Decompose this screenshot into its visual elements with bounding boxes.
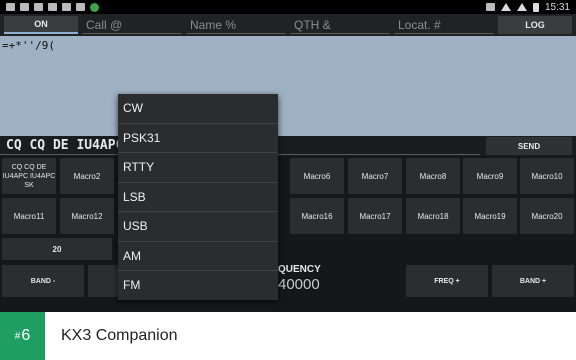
rank-badge: #6 — [0, 312, 45, 360]
macro-6-button[interactable]: Macro6 — [290, 158, 344, 194]
app-notification-icon — [90, 2, 99, 12]
notification-icons — [6, 2, 99, 12]
macro-1-button[interactable]: CQ CQ DE IU4APC IU4APC SK — [2, 158, 56, 194]
app-title: KX3 Companion — [61, 327, 178, 344]
image-icon — [34, 3, 43, 11]
macro-12-button[interactable]: Macro12 — [60, 198, 114, 234]
macro-17-button[interactable]: Macro17 — [348, 198, 402, 234]
top-toolbar: ON Call @ Name % QTH & Locat. # LOG — [0, 14, 576, 36]
mode-option-fm[interactable]: FM — [118, 271, 278, 300]
partially-hidden-button[interactable] — [88, 265, 118, 297]
call-field[interactable]: Call @ — [82, 16, 182, 34]
macro-16-button[interactable]: Macro16 — [290, 198, 344, 234]
mute-icon — [485, 3, 495, 11]
macro-19-button[interactable]: Macro19 — [463, 198, 517, 234]
log-button[interactable]: LOG — [498, 16, 572, 34]
frequency-value: 40000 — [278, 276, 320, 293]
on-toggle-button[interactable]: ON — [4, 16, 78, 34]
band-down-button[interactable]: BAND - — [2, 265, 84, 297]
system-icons: 15:31 — [485, 1, 570, 13]
macro-18-button[interactable]: Macro18 — [406, 198, 460, 234]
macro-10-button[interactable]: Macro10 — [520, 158, 574, 194]
app-screen: 15:31 ON Call @ Name % QTH & Locat. # LO… — [0, 0, 576, 360]
mode-option-lsb[interactable]: LSB — [118, 183, 278, 212]
speed-button[interactable]: 20 — [2, 238, 112, 260]
mode-dropdown-menu: CW PSK31 RTTY LSB USB AM FM — [118, 94, 278, 300]
mode-option-cw[interactable]: CW — [118, 94, 278, 124]
download-icon — [48, 3, 57, 11]
mode-option-psk31[interactable]: PSK31 — [118, 124, 278, 153]
mode-option-usb[interactable]: USB — [118, 212, 278, 242]
frequency-label: QUENCY — [278, 264, 321, 275]
mail-icon — [6, 3, 15, 11]
received-text: =+*''/9( — [2, 39, 55, 52]
mode-option-am[interactable]: AM — [118, 242, 278, 271]
macro-2-button[interactable]: Macro2 — [60, 158, 114, 194]
battery-icon — [532, 2, 539, 12]
freq-up-button[interactable]: FREQ + — [406, 265, 488, 297]
macro-11-button[interactable]: Macro11 — [2, 198, 56, 234]
macro-20-button[interactable]: Macro20 — [520, 198, 574, 234]
macro-7-button[interactable]: Macro7 — [348, 158, 402, 194]
name-field[interactable]: Name % — [186, 16, 286, 34]
status-bar: 15:31 — [0, 0, 576, 14]
receive-text-area[interactable]: =+*''/9( — [0, 36, 576, 136]
rank-number: 6 — [21, 327, 31, 344]
mode-option-rtty[interactable]: RTTY — [118, 153, 278, 183]
macro-9-button[interactable]: Macro9 — [463, 158, 517, 194]
ranking-banner: #6 KX3 Companion — [0, 312, 576, 360]
transmit-row: CQ CQ DE IU4APC SEND — [0, 136, 576, 156]
signal-icon — [516, 3, 527, 11]
wifi-icon — [500, 3, 511, 11]
band-up-button[interactable]: BAND + — [492, 265, 574, 297]
hash-icon: # — [14, 330, 21, 342]
calendar-icon — [76, 3, 85, 11]
send-button[interactable]: SEND — [486, 137, 572, 155]
calendar-icon — [62, 3, 71, 11]
qth-field[interactable]: QTH & — [290, 16, 390, 34]
image-icon — [20, 3, 29, 11]
macro-8-button[interactable]: Macro8 — [406, 158, 460, 194]
locator-field[interactable]: Locat. # — [394, 16, 494, 34]
clock: 15:31 — [544, 1, 570, 13]
